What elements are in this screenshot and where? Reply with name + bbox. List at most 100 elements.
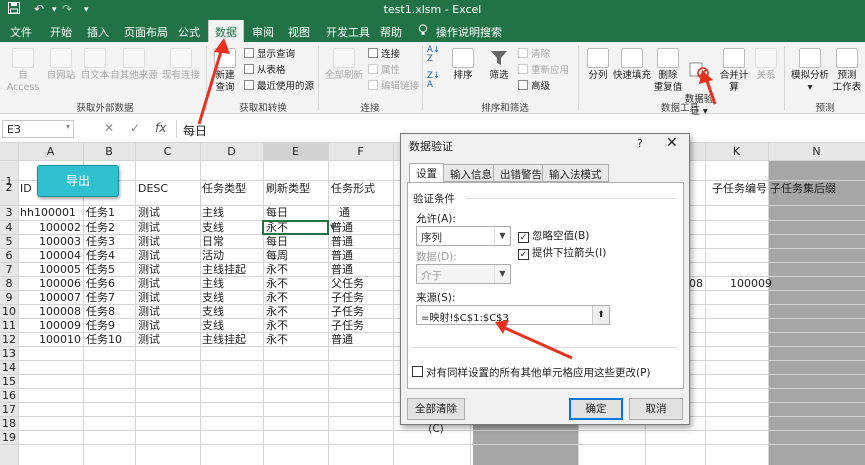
- new-query-button[interactable]: 新建 查询: [210, 48, 240, 94]
- in-cell-dropdown-checkbox[interactable]: ✓ 提供下拉箭头(I): [518, 245, 606, 260]
- advanced-filter-button[interactable]: 高级: [518, 80, 550, 93]
- remove-duplicates-button[interactable]: 删除 重复值: [651, 48, 685, 94]
- refresh-all-button[interactable]: 全部刷新: [322, 48, 366, 82]
- sort-descending-button[interactable]: Z↓ A: [427, 72, 440, 90]
- row-header: 13: [2, 347, 16, 360]
- name-box-dropdown-icon[interactable]: ▾: [66, 122, 70, 131]
- id-cell: 100007: [39, 291, 81, 304]
- row-header: 2: [5, 181, 13, 194]
- tab-data[interactable]: 数据: [208, 20, 244, 42]
- ok-button[interactable]: 确定: [569, 398, 623, 420]
- tab-formulas[interactable]: 公式: [178, 24, 200, 40]
- filter-button[interactable]: 筛选: [484, 48, 514, 82]
- relationships-button[interactable]: 关系: [752, 48, 780, 82]
- column-header: E: [292, 145, 299, 158]
- refresh-type-cell: 永不: [266, 333, 288, 346]
- section-divider: [466, 198, 676, 199]
- desc-cell: 测试: [138, 235, 160, 248]
- group-divider: [206, 46, 207, 110]
- allow-select[interactable]: 序列 ▼: [416, 226, 511, 246]
- tab-review[interactable]: 审阅: [252, 24, 274, 40]
- header-cell: 子任务编号: [712, 182, 767, 195]
- forecast-sheet-button[interactable]: 预测 工作表: [832, 48, 862, 94]
- task-form-cell: 子任务: [331, 291, 364, 304]
- sort-icon: [452, 48, 474, 68]
- from-web-button[interactable]: 自网站: [43, 48, 79, 82]
- tab-insert[interactable]: 插入: [87, 24, 109, 40]
- relationships-icon: [755, 48, 777, 68]
- tell-me-search[interactable]: 操作说明搜索: [436, 24, 502, 40]
- refresh-type-cell: 永不: [266, 319, 288, 332]
- id-cell: 100003: [39, 235, 81, 248]
- dialog-title: 数据验证: [409, 140, 453, 153]
- tab-view[interactable]: 视图: [288, 24, 310, 40]
- desc-cell: 测试: [138, 206, 160, 219]
- refresh-type-cell: 永不: [266, 305, 288, 318]
- tab-file[interactable]: 文件: [10, 24, 32, 40]
- group-label-connections: 连接: [360, 103, 380, 114]
- source-input[interactable]: =映射!$C$1:$C$3: [416, 305, 610, 325]
- lightbulb-icon: [418, 24, 428, 39]
- insert-function-icon[interactable]: fx: [155, 121, 166, 135]
- edit-links-button[interactable]: 编辑链接: [368, 80, 419, 93]
- help-icon[interactable]: ?: [637, 137, 643, 150]
- connections-button[interactable]: 连接: [368, 48, 400, 61]
- tab-input-message[interactable]: 输入信息: [443, 164, 499, 182]
- ribbon: 自 Access 自网站 自文本 自其他来源 现有连接 获取外部数据 新建 查询…: [0, 42, 865, 117]
- ribbon-tabs: 文件 开始 插入 页面布局 公式 数据 审阅 视图 开发工具 帮助 操作说明搜索: [0, 20, 865, 42]
- from-text-button[interactable]: 自文本: [78, 48, 112, 82]
- confirm-entry-icon[interactable]: ✓: [130, 121, 140, 135]
- existing-connections-button[interactable]: 现有连接: [160, 48, 202, 82]
- new-query-icon: [214, 48, 236, 68]
- header-cell: 刷新类型: [266, 182, 310, 195]
- web-icon: [50, 48, 72, 68]
- what-if-icon: [799, 48, 821, 68]
- tab-page-layout[interactable]: 页面布局: [124, 24, 168, 40]
- clear-filter-button[interactable]: 清除: [518, 48, 550, 61]
- row-header: 17: [2, 403, 16, 416]
- row-header: 14: [2, 361, 16, 374]
- from-access-button[interactable]: 自 Access: [3, 48, 43, 94]
- tab-ime-mode[interactable]: 输入法模式: [542, 164, 609, 182]
- sort-button[interactable]: 排序: [448, 48, 478, 82]
- flash-fill-button[interactable]: 快速填充: [612, 48, 652, 82]
- id-cell: 100009: [39, 319, 81, 332]
- tab-error-alert[interactable]: 出错警告: [493, 164, 549, 182]
- cell-dropdown-arrow-icon[interactable]: ▼: [330, 223, 335, 231]
- sort-ascending-button[interactable]: A↓ Z: [427, 46, 440, 64]
- properties-button[interactable]: 属性: [368, 64, 400, 77]
- from-other-sources-button[interactable]: 自其他来源: [110, 48, 158, 82]
- from-table-button[interactable]: 从表格: [244, 64, 286, 77]
- export-button[interactable]: 导出: [37, 165, 119, 197]
- cancel-entry-icon[interactable]: ✕: [104, 121, 114, 135]
- task-type-cell: 主线: [202, 206, 224, 219]
- recent-sources-button[interactable]: 最近使用的源: [244, 80, 314, 93]
- data-operator-select[interactable]: 介于 ▼: [416, 264, 511, 284]
- allow-selected-value: 序列: [421, 232, 442, 244]
- cancel-button[interactable]: 取消: [629, 398, 683, 420]
- tab-home[interactable]: 开始: [50, 24, 72, 40]
- column-header: N: [812, 145, 821, 158]
- name-box[interactable]: E3: [2, 120, 74, 138]
- apply-to-all-checkbox[interactable]: 对有同样设置的所有其他单元格应用这些更改(P): [412, 365, 651, 380]
- consolidate-button[interactable]: 合并计算: [716, 48, 752, 94]
- close-icon[interactable]: ✕: [666, 135, 678, 151]
- data-validation-dialog: 数据验证 ? ✕ 设置 输入信息 出错警告 输入法模式 验证条件 允许(A): …: [400, 133, 690, 435]
- what-if-analysis-button[interactable]: 模拟分析 ▾: [790, 48, 830, 94]
- tab-help[interactable]: 帮助: [380, 24, 402, 40]
- recent-sources-icon: [244, 80, 254, 90]
- task-form-cell: 父任务: [331, 277, 364, 290]
- show-queries-button[interactable]: 显示查询: [244, 48, 295, 61]
- clear-all-button[interactable]: 全部清除(C): [407, 398, 465, 435]
- row-header: 8: [5, 277, 13, 290]
- reapply-button[interactable]: 重新应用: [518, 64, 569, 77]
- collapse-range-icon[interactable]: ⬆: [592, 306, 609, 324]
- row-header: 9: [5, 291, 13, 304]
- ignore-blank-checkbox[interactable]: ✓ 忽略空值(B): [518, 228, 589, 243]
- tab-settings[interactable]: 设置: [409, 163, 444, 183]
- task-type-cell: 主线挂起: [202, 263, 246, 276]
- text-to-columns-button[interactable]: 分列: [583, 48, 613, 82]
- tab-developer[interactable]: 开发工具: [326, 24, 370, 40]
- name-cell: 任务7: [86, 291, 115, 304]
- name-cell: 任务4: [86, 249, 115, 262]
